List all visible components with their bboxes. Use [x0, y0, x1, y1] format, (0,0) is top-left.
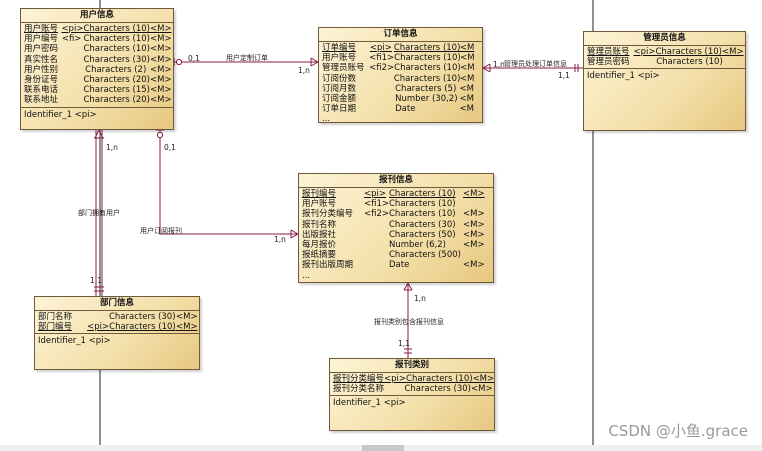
link-user-news-optional-end — [156, 131, 164, 139]
attr-row: 报纸摘要 Characters (500) — [302, 250, 461, 261]
rel-label-user-order: 用户定制订单 — [226, 54, 268, 62]
attr-row: 部门名称 Characters (30) <M> — [38, 312, 198, 322]
card-cat-news-b: 1,1 — [398, 339, 410, 348]
entity-title: 用户信息 — [21, 9, 173, 23]
rel-label-cat-news: 报刊类别包含报刊信息 — [374, 318, 444, 326]
link-user-order-optional-end — [175, 58, 183, 66]
attr-row: 订单日期 Date <M — [322, 104, 474, 115]
entity-newspaper-category[interactable]: 报刊类别 报刊分类编号 <pi> Characters (10) <M> 报刊分类名称… — [329, 358, 495, 431]
scrollbar-thumb[interactable] — [362, 445, 404, 451]
link-user-news — [159, 130, 298, 235]
entity-title: 部门信息 — [35, 297, 199, 311]
attr-row: 用户账号 <fi1> Characters (10) <M — [322, 53, 475, 64]
horizontal-scrollbar[interactable] — [0, 445, 762, 451]
attr-row: 用户编号 <fi> Characters (10) <M> — [24, 34, 172, 45]
card-dept-user-b: 1,1 — [90, 276, 102, 285]
attr-row: 报刊名称 Characters (30) <M> — [302, 219, 485, 230]
attr-ellipsis: ... — [322, 114, 331, 123]
entity-newspaper-info[interactable]: 报刊信息 报刊编号 <pi> Characters (10) <M> 用户账号 <fi1… — [298, 173, 494, 283]
rel-label-admin-order: 管理员处理订单信息 — [504, 60, 567, 68]
attr-row: 订阅月数 Characters (5) <M — [322, 83, 474, 94]
attr-row: 联系电话 Characters (15) <M> — [24, 85, 172, 96]
card-user-news-a: 0,1 — [164, 143, 176, 152]
rel-label-user-news: 用户订阅报刊 — [140, 227, 182, 235]
attr-row: 报刊分类编号 <fi2> Characters (10) <M> — [302, 209, 485, 220]
card-user-order-a: 0,1 — [188, 54, 200, 63]
entity-attributes: 订单编号 <pi> Characters (10) <M 用户账号 <fi1> Chara… — [319, 42, 482, 123]
entity-attributes: 报刊编号 <pi> Characters (10) <M> 用户账号 <fi1> Char… — [299, 188, 493, 282]
entity-admin-info[interactable]: 管理员信息 管理员账号 <pi> Characters (10) <M> 管理员密码 C… — [583, 31, 746, 131]
attr-row: 报刊出版周期 Date <M> — [302, 260, 485, 271]
entity-attributes: 报刊分类编号 <pi> Characters (10) <M> 报刊分类名称 Chara… — [330, 373, 495, 397]
card-cat-news-a: 1,n — [414, 294, 426, 303]
entity-title: 报刊类别 — [330, 359, 494, 373]
entity-department-info[interactable]: 部门信息 部门名称 Characters (30) <M> 部门编号 <pi> Char… — [34, 296, 200, 370]
attr-row: 身份证号 Characters (20) <M> — [24, 75, 172, 86]
attr-row: 管理员账号 <fi2> Characters (10) <M — [322, 63, 475, 74]
attr-row: 报刊分类编号 <pi> Characters (10) <M> — [333, 374, 495, 384]
entity-identifier: Identifier_1 <pi> — [38, 336, 111, 347]
attr-row: 出版报社 Characters (50) <M> — [302, 229, 485, 240]
entity-user-info[interactable]: 用户信息 用户账号 <pi> Characters (10) <M> 用户编号 <fi>… — [20, 8, 174, 130]
entity-title: 报刊信息 — [299, 174, 493, 188]
card-dept-user-a: 1,n — [106, 143, 118, 152]
attr-row: 报刊分类名称 Characters (30) <M> — [333, 384, 493, 395]
entity-order-info[interactable]: 订单信息 订单编号 <pi> Characters (10) <M 用户账号 <fi1>… — [318, 27, 483, 123]
rel-label-dept-user: 部门拥有用户 — [78, 209, 120, 217]
attr-row: 管理员账号 <pi> Characters (10) <M> — [587, 47, 744, 57]
attr-row: 订阅金额 Number (30,2) <M — [322, 94, 474, 105]
card-user-order-b: 1,n — [298, 66, 310, 75]
entity-attributes: 用户账号 <pi> Characters (10) <M> 用户编号 <fi> Chara… — [21, 23, 173, 108]
watermark: CSDN @小鱼.grace — [608, 422, 748, 440]
attr-row: 联系地址 Characters (20) <M> — [24, 95, 172, 106]
attr-row: 部门编号 <pi> Characters (10) <M> — [38, 322, 198, 333]
attr-row: 每月报价 Number (6,2) <M> — [302, 240, 485, 251]
card-admin-order-b: 1,1 — [558, 71, 570, 80]
attr-row: 用户密码 Characters (10) <M> — [24, 44, 172, 55]
entity-attributes: 部门名称 Characters (30) <M> 部门编号 <pi> Character… — [35, 311, 199, 335]
attr-row: 订阅份数 Characters (10) <M — [322, 73, 475, 84]
attr-row: 用户账号 <pi> Characters (10) <M> — [24, 24, 172, 34]
entity-identifier: Identifier_1 <pi> — [587, 71, 660, 82]
card-admin-order-a: 1,n — [493, 60, 505, 69]
attr-row: 管理员密码 Characters (10) — [587, 57, 723, 68]
attr-row: 报刊编号 <pi> Characters (10) <M> — [302, 189, 485, 199]
attr-row: 真实性名 Characters (30) <M> — [24, 54, 172, 65]
entity-title: 订单信息 — [319, 28, 482, 42]
attr-row: 订单编号 <pi> Characters (10) <M — [322, 43, 475, 53]
entity-identifier: Identifier_1 <pi> — [333, 398, 406, 409]
card-user-news-b: 1,n — [274, 235, 286, 244]
entity-title: 管理员信息 — [584, 32, 745, 46]
attr-ellipsis: ... — [302, 270, 311, 281]
entity-attributes: 管理员账号 <pi> Characters (10) <M> 管理员密码 Charact… — [584, 46, 745, 70]
attr-row: 用户性别 Characters (2) <M> — [24, 64, 172, 75]
attr-row: 用户账号 <fi1> Characters (10) — [302, 199, 456, 210]
entity-identifier: Identifier_1 <pi> — [24, 109, 97, 120]
